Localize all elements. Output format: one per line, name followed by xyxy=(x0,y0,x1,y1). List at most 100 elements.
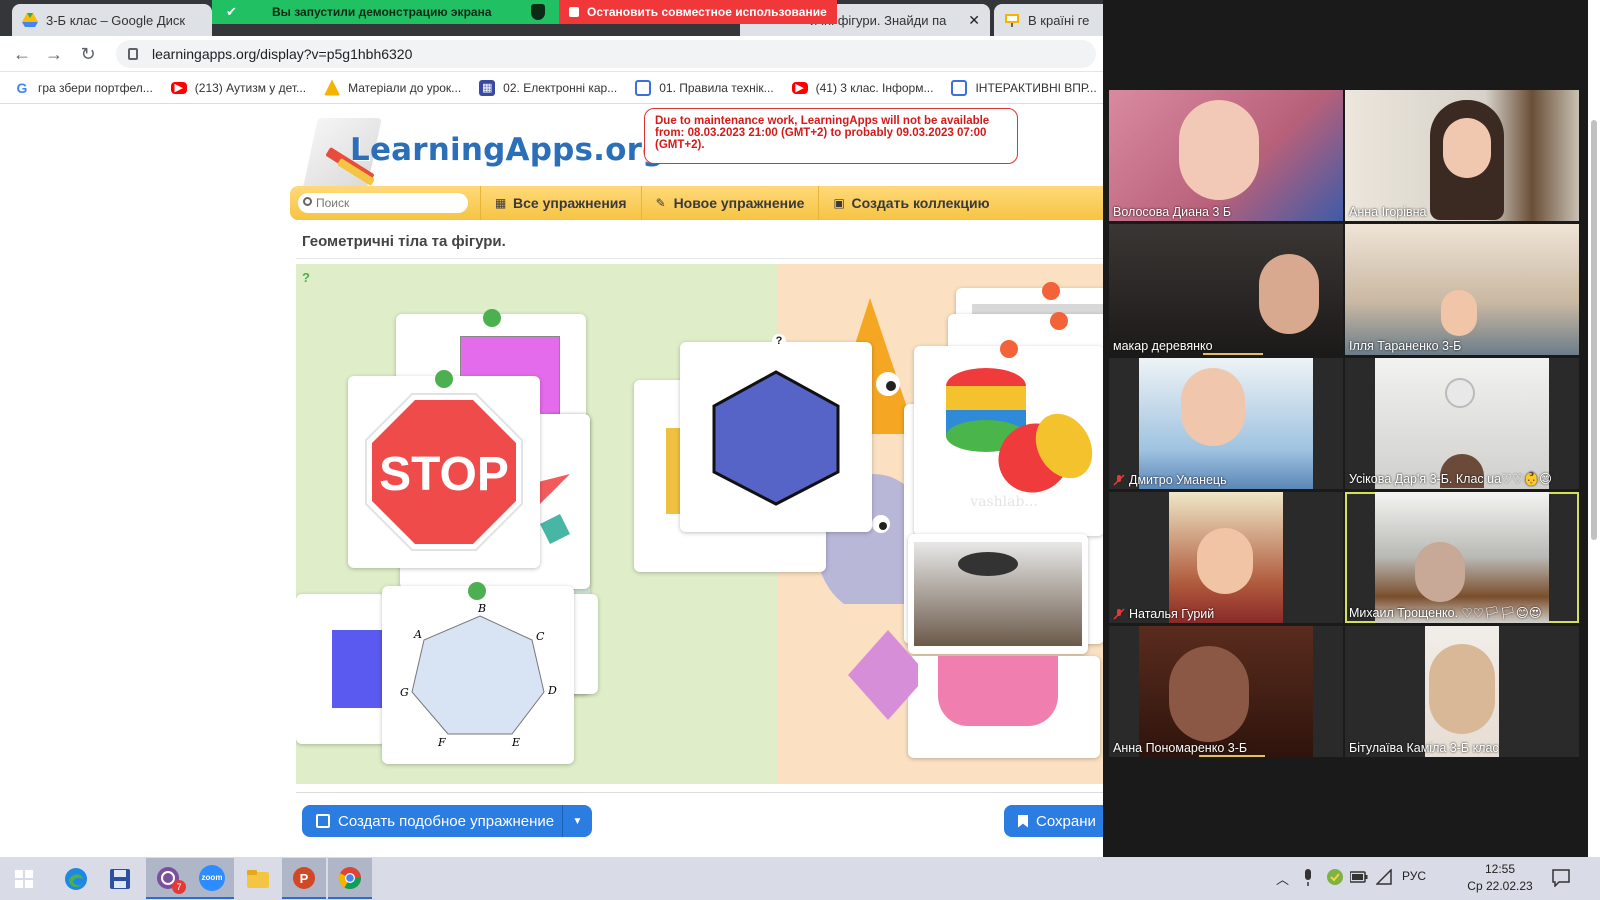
stop-sharing-button[interactable]: Остановить совместное использование xyxy=(559,0,837,24)
participant-tile[interactable]: макар деревянко xyxy=(1109,224,1343,355)
nav-new-exercise[interactable]: ✎ Новое упражнение xyxy=(640,186,819,220)
participant-tile[interactable]: Усікова Дар'я 3-Б. Клас ua♡♡👶😊 xyxy=(1345,358,1579,489)
microphone-icon[interactable] xyxy=(1302,869,1314,887)
hexagon-card[interactable]: ? xyxy=(680,334,872,532)
participant-tile[interactable]: Анна Ігорівна xyxy=(1345,90,1579,221)
save-button[interactable]: Сохрани xyxy=(1004,805,1103,837)
chevron-up-icon[interactable]: ︿ xyxy=(1276,869,1289,888)
heptagon-image: B C D E F G A xyxy=(400,602,557,749)
wifi-icon[interactable] xyxy=(1376,869,1394,885)
cylinder-card[interactable]: vashlab... xyxy=(914,346,1103,536)
tab-google-drive[interactable]: 3-Б клас – Google Диск xyxy=(12,4,212,36)
powerpoint-icon[interactable]: P xyxy=(282,858,326,899)
divider xyxy=(296,792,1103,793)
participant-tile[interactable]: Наталья Гурий xyxy=(1109,492,1343,623)
watermark-text: vashlab... xyxy=(969,494,1038,510)
participant-face xyxy=(1169,646,1249,742)
nav-label: Новое упражнение xyxy=(673,195,805,211)
forward-arrow-icon[interactable]: → xyxy=(44,44,64,64)
exercise-board: ? STOP B C D E F G A ? vashlab... xyxy=(296,264,1103,784)
stop-sign-card[interactable]: STOP xyxy=(348,376,540,568)
bookmark-item[interactable]: ▶ (213) Аутизм у дет... xyxy=(170,80,307,95)
vertex-label: E xyxy=(511,736,520,749)
participant-tile-active[interactable]: Михаил Трощенко. ♡♡🏳🏳😊😍 xyxy=(1345,492,1579,623)
nav-label: Все упражнения xyxy=(513,195,627,211)
search-placeholder: Поиск xyxy=(316,196,350,210)
site-navbar: Поиск ▦ Все упражнения ✎ Новое упражнени… xyxy=(290,186,1103,220)
zoom-scrollbar[interactable] xyxy=(1588,0,1600,857)
doc-icon xyxy=(951,79,968,96)
participant-name: Волосова Диана 3 Б xyxy=(1113,205,1232,219)
participant-face xyxy=(1441,290,1477,336)
bookmark-item[interactable]: ▶ (41) 3 клас. Інформ... xyxy=(791,80,934,95)
cylinder-puzzle-image: vashlab... xyxy=(946,368,1093,510)
reload-icon[interactable]: ↻ xyxy=(78,44,98,64)
create-similar-button[interactable]: Создать подобное упражнение ▼ xyxy=(302,805,592,837)
bookmark-label: (213) Аутизм у дет... xyxy=(194,80,307,95)
notification-center-icon[interactable] xyxy=(1552,869,1570,887)
bookmark-item[interactable]: ІНТЕРАКТИВНІ ВПР... xyxy=(951,79,1097,96)
shape-card[interactable] xyxy=(908,656,1100,758)
bookmark-item[interactable]: 01. Правила технік... xyxy=(635,79,774,96)
logo-text: LearningApps.org xyxy=(350,132,665,168)
participant-face xyxy=(1443,118,1491,178)
scrollbar-thumb[interactable] xyxy=(1591,120,1597,540)
card-pin xyxy=(468,582,486,600)
bookmark-label: 02. Електронні кар... xyxy=(503,80,618,95)
grid-icon: ▦ xyxy=(479,79,496,96)
file-explorer-icon[interactable] xyxy=(236,858,280,899)
nav-create-collection[interactable]: ▣ Создать коллекцию xyxy=(818,186,1003,220)
hat-card[interactable] xyxy=(908,534,1088,654)
bookmark-label: 01. Правила технік... xyxy=(659,80,774,95)
maintenance-notice: Due to maintenance work, LearningApps wi… xyxy=(644,108,1018,164)
battery-icon[interactable] xyxy=(1350,871,1368,883)
windows-start-icon[interactable] xyxy=(2,858,46,899)
participant-face xyxy=(1179,100,1259,200)
leaf-icon: ✔ xyxy=(226,4,237,19)
hexagon-image xyxy=(712,370,840,506)
participant-tile[interactable]: Волосова Диана 3 Б xyxy=(1109,90,1343,221)
stop-sign-image: STOP xyxy=(365,393,523,551)
system-clock[interactable]: 12:55 Ср 22.02.23 xyxy=(1462,861,1538,895)
save-disk-icon[interactable] xyxy=(98,858,142,899)
close-tab-icon[interactable]: ✕ xyxy=(968,12,980,29)
bookmark-label: (41) 3 клас. Інформ... xyxy=(815,80,934,95)
bookmark-item[interactable]: ▦ 02. Електронні кар... xyxy=(479,79,618,96)
stop-sign-text: STOP xyxy=(379,448,509,501)
language-indicator[interactable]: РУС xyxy=(1402,869,1426,883)
search-input[interactable]: Поиск xyxy=(298,193,468,213)
participant-tile[interactable]: Бітулаїва Каміла 3-Б клас xyxy=(1345,626,1579,757)
bookmark-item[interactable]: G гра збери портфел... xyxy=(14,79,153,96)
vertex-label: A xyxy=(413,628,422,641)
participant-face xyxy=(1429,644,1495,734)
help-icon[interactable]: ? xyxy=(302,270,320,288)
edge-icon[interactable] xyxy=(54,858,98,899)
viber-icon[interactable]: 7 xyxy=(146,858,190,899)
participant-tile[interactable]: Анна Пономаренко 3-Б xyxy=(1109,626,1343,757)
screen-share-banner: ✔ Вы запустили демонстрацию экрана xyxy=(212,0,559,24)
youtube-icon: ▶ xyxy=(170,81,187,94)
update-status-icon[interactable] xyxy=(1326,868,1344,886)
participant-face xyxy=(1415,542,1465,602)
card-pin xyxy=(1050,312,1068,330)
ceiling-lamp xyxy=(1445,378,1475,408)
tab-geometry-country[interactable]: В країні ге xyxy=(994,4,1103,36)
address-bar[interactable]: learningapps.org/display?v=p5g1hbh6320 xyxy=(116,40,1096,68)
site-logo[interactable]: LearningApps.org xyxy=(302,112,664,192)
heptagon-card[interactable]: B C D E F G A xyxy=(382,586,574,764)
nav-all-exercises[interactable]: ▦ Все упражнения xyxy=(480,186,641,220)
card-pin xyxy=(1000,340,1018,358)
shape-card[interactable] xyxy=(296,594,392,744)
chevron-down-icon[interactable]: ▼ xyxy=(562,805,592,837)
svg-text:P: P xyxy=(300,871,309,886)
chrome-icon[interactable] xyxy=(328,858,372,899)
bookmark-icon xyxy=(1018,814,1028,828)
bookmark-item[interactable]: Матеріали до урок... xyxy=(324,79,461,96)
participant-name: Наталья Гурий xyxy=(1129,607,1215,621)
participant-tile[interactable]: Ілля Тараненко 3-Б xyxy=(1345,224,1579,355)
participant-tile[interactable]: Дмитро Уманець xyxy=(1109,358,1343,489)
back-arrow-icon[interactable]: ← xyxy=(12,44,32,64)
browser-toolbar: ← → ↻ learningapps.org/display?v=p5g1hbh… xyxy=(0,36,1103,72)
zoom-icon[interactable]: zoom xyxy=(190,858,234,899)
card-pin xyxy=(483,309,501,327)
